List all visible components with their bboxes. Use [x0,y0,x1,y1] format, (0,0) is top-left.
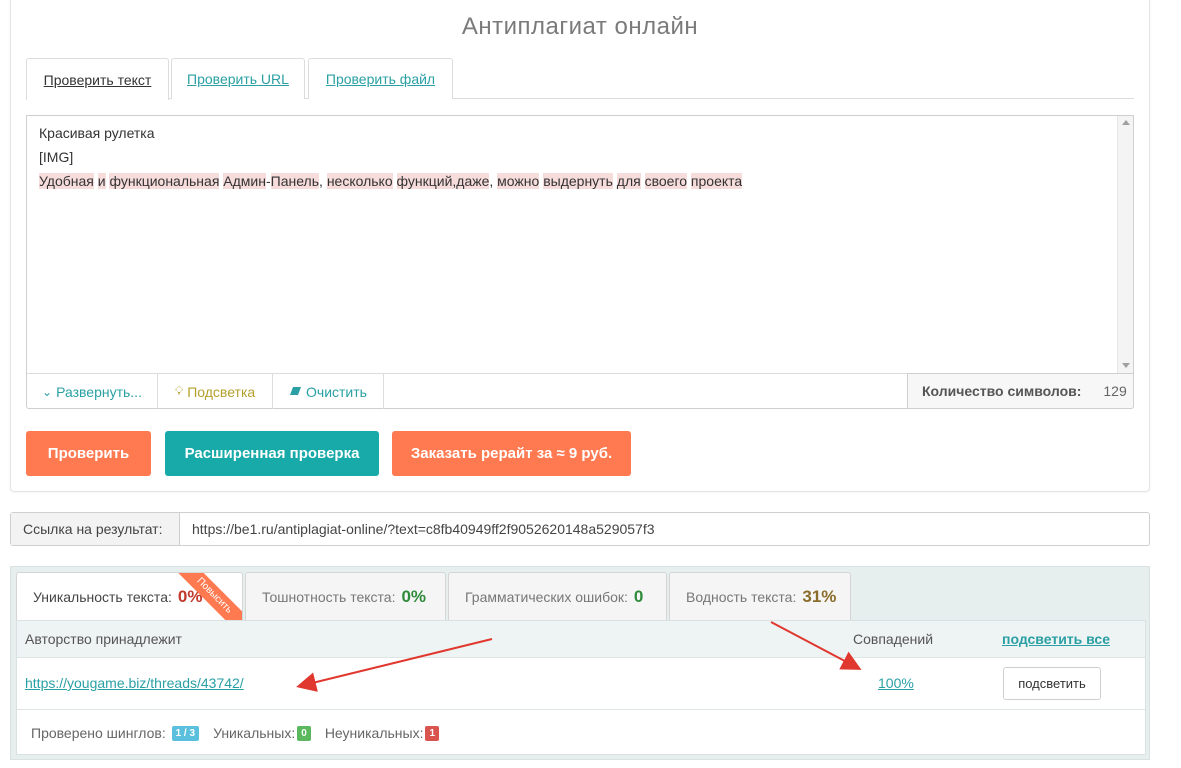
nonunique-label: Неуникальных: [324,725,424,741]
result-link-label: Ссылка на результат: [11,513,180,545]
uniqueness-label: Уникальность текста: [33,589,172,605]
check-mode-tabs: Проверить текст Проверить URL Проверить … [26,58,1134,100]
nausea-label: Тошнотность текста: [262,588,396,605]
table-header: Авторство принадлежит Совпадений подсвет… [17,621,1145,658]
matched-word: Панель [270,173,320,189]
expand-button[interactable]: ⌄ Развернуть... [27,374,158,409]
page-title: Антиплагиат онлайн [461,13,699,40]
check-button[interactable]: Проверить [26,431,151,476]
clear-button[interactable]: Очистить [273,374,384,409]
results-panel: Уникальность текста: 0% Повысить Тошнотн… [10,566,1150,760]
nausea-value: 0% [401,586,427,606]
matched-word: выдернуть [543,173,613,189]
water-label: Водность текста: [686,588,797,605]
chevron-down-icon: ⌄ [42,384,53,399]
result-link-field[interactable]: https://be1.ru/antiplagiat-online/?text=… [192,513,655,545]
matched-word: можно [497,173,540,189]
expand-label: Развернуть... [56,383,142,400]
text-line: Красивая рулетка [39,125,155,141]
tab-check-text[interactable]: Проверить текст [26,58,169,100]
textarea-scrollbar[interactable] [1117,116,1133,374]
shingles-summary: Проверено шинглов: 1 / 3 Уникальных: 0 Н… [17,711,1145,755]
clear-label: Очистить [306,383,367,400]
matched-word: несколько [326,173,393,189]
tab-check-file[interactable]: Проверить файл [308,58,453,99]
scroll-down-icon[interactable] [1122,363,1130,368]
matched-word: функциональная [109,173,220,189]
char-count-label: Количество символов: [922,383,1082,399]
matched-word: функций,даже [396,173,490,189]
unique-label: Уникальных: [213,725,296,741]
water-value: 31% [802,586,837,606]
text-line: [IMG] [39,149,74,165]
column-author: Авторство принадлежит [25,631,182,647]
tab-uniqueness[interactable]: Уникальность текста: 0% Повысить [16,572,243,621]
tab-nausea[interactable]: Тошнотность текста: 0% [245,572,446,620]
tab-check-url[interactable]: Проверить URL [171,58,305,99]
table-row: https://yougame.biz/threads/43742/ 100% … [17,658,1145,710]
tab-grammar[interactable]: Грамматических ошибок: 0 [448,572,667,620]
matched-word: Админ [223,173,266,189]
source-link[interactable]: https://yougame.biz/threads/43742/ [25,675,244,691]
text-line-highlighted: Удобная и функциональная Админ-Панель, н… [39,173,743,189]
matched-word: проекта [690,173,743,189]
matches-table: Авторство принадлежит Совпадений подсвет… [16,620,1146,755]
order-rewrite-button[interactable]: Заказать рерайт за ≈ 9 руб. [392,431,631,476]
highlight-label: Подсветка [187,383,256,400]
tab-water[interactable]: Водность текста: 31% [669,572,851,620]
shingles-label: Проверено шинглов: [31,725,166,741]
highlight-all-link[interactable]: подсветить все [1002,631,1110,647]
char-count-value: 129 [1103,383,1127,399]
column-matches: Совпадений [853,631,934,647]
extended-check-button[interactable]: Расширенная проверка [165,431,379,476]
text-input-area[interactable]: Красивая рулетка [IMG] Удобная и функцио… [26,115,1134,374]
match-percent-link[interactable]: 100% [878,675,914,691]
unique-badge: 0 [297,725,311,741]
grammar-label: Грамматических ошибок: [465,588,628,605]
highlight-row-button[interactable]: подсветить [1003,667,1101,700]
matched-word: и [97,173,106,189]
matched-word: своего [644,173,688,189]
matched-word: для [616,173,641,189]
nonunique-badge: 1 [425,725,440,741]
shingles-badge: 1 / 3 [171,725,200,741]
result-link-row: Ссылка на результат: https://be1.ru/anti… [10,512,1150,546]
eraser-icon [289,385,302,399]
scroll-up-icon[interactable] [1122,120,1130,125]
editor-toolbar: ⌄ Развернуть... 💡︎ Подсветка Очистить Ко… [26,373,1134,409]
matched-word: Удобная [39,173,94,189]
highlight-button[interactable]: 💡︎ Подсветка [158,374,273,409]
lightbulb-icon: 💡︎ [174,384,184,398]
char-count: Количество символов: 129 [907,373,1134,409]
grammar-value: 0 [633,586,644,606]
